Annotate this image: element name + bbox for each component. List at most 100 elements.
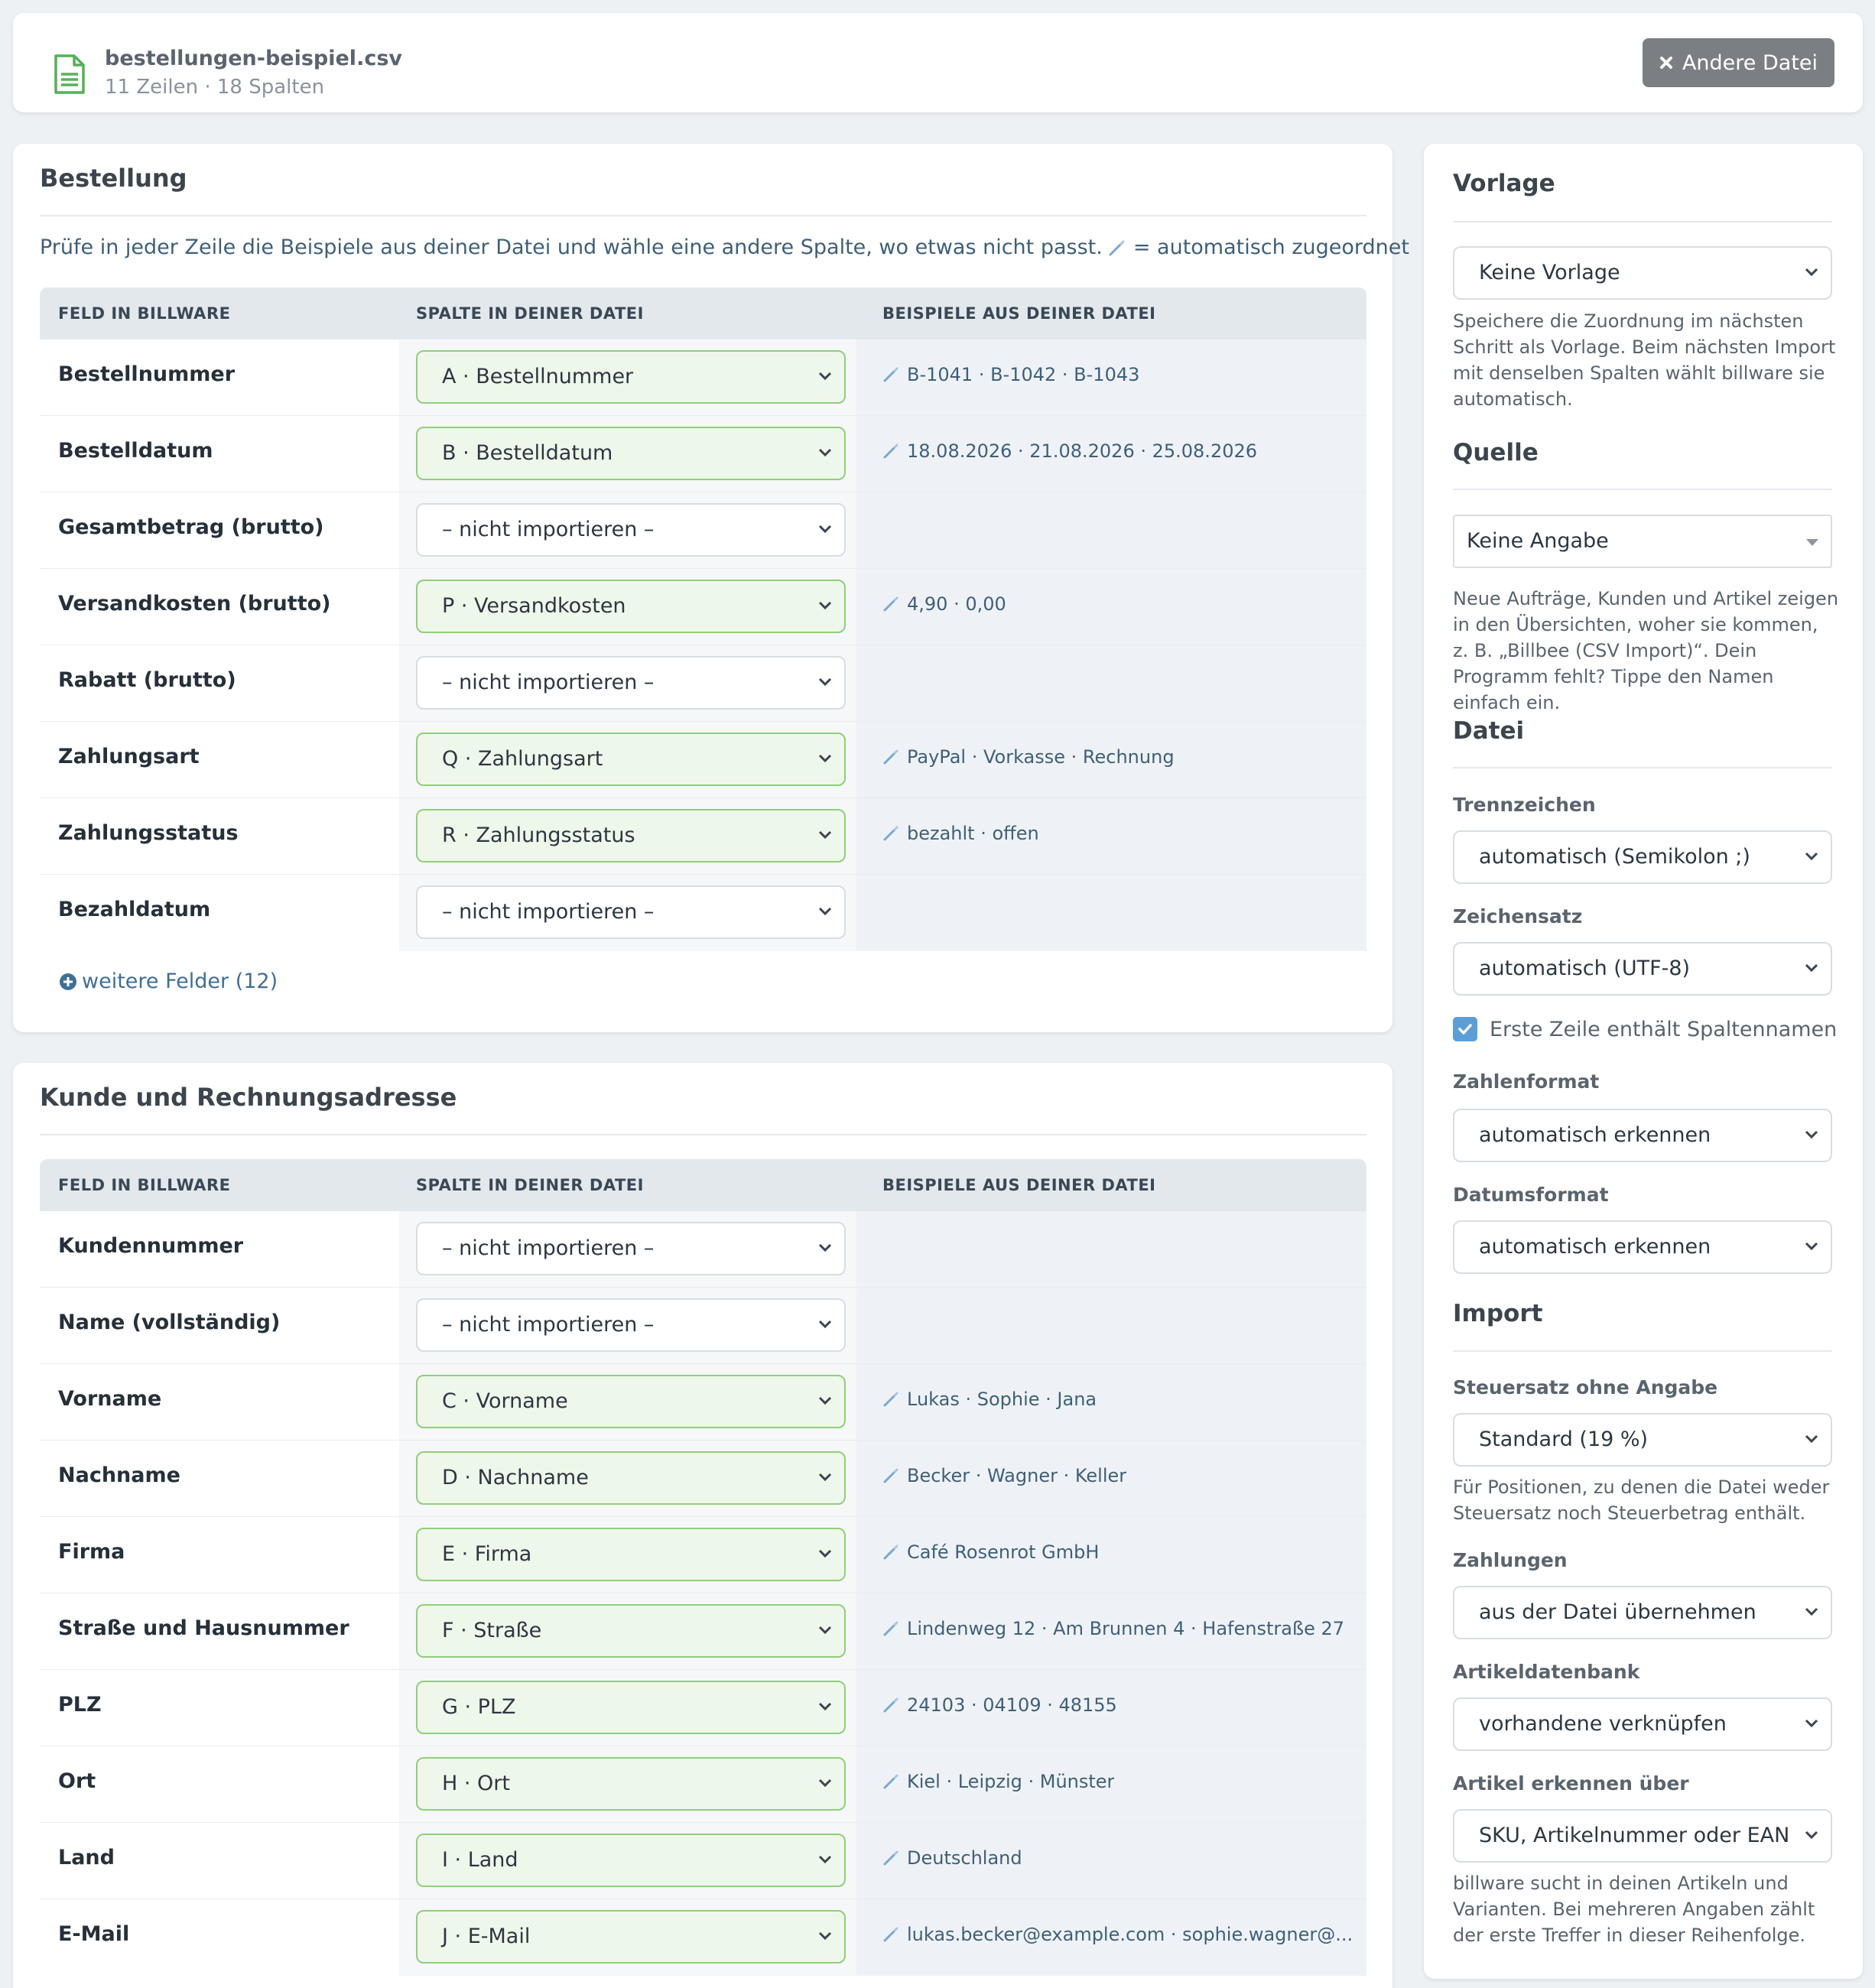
chevron-down-icon	[818, 448, 832, 457]
zahlungen-label: Zahlungen	[1453, 1549, 1568, 1571]
magic-wand-icon	[883, 1468, 899, 1483]
chevron-down-icon	[818, 677, 832, 687]
quelle-combobox[interactable]: Keine Angabe	[1453, 515, 1832, 568]
magic-wand-icon	[883, 1545, 899, 1560]
column-select-value: P · Versandkosten	[442, 594, 626, 618]
dropdown-triangle-icon	[1806, 539, 1818, 546]
field-label: Bestellnummer	[58, 362, 236, 386]
steuersatz-help: Für Positionen, zu denen die Datei weder…	[1453, 1476, 1830, 1524]
vorlage-value: Keine Vorlage	[1479, 261, 1620, 284]
section-title: Bestellung	[40, 164, 187, 193]
table-header: FELD IN BILLWARE SPALTE IN DEINER DATEI …	[40, 287, 1366, 339]
table-row: Bestellnummer A · Bestellnummer B-1041 · B…	[40, 339, 1366, 416]
trennzeichen-select[interactable]: automatisch (Semikolon ;)	[1453, 830, 1832, 884]
magic-wand-icon	[883, 1774, 899, 1789]
column-select[interactable]: H · Ort	[416, 1757, 846, 1811]
chevron-down-icon	[818, 1855, 832, 1864]
chevron-down-icon	[1805, 1434, 1818, 1444]
field-label: Name (vollständig)	[58, 1311, 281, 1334]
chevron-down-icon	[1805, 1130, 1818, 1139]
magic-wand-icon	[883, 367, 899, 382]
zahlenformat-select[interactable]: automatisch erkennen	[1453, 1109, 1832, 1162]
hint-legend: = automatisch zugeordnet	[1132, 236, 1409, 259]
sample-text: Lukas · Sophie · Jana	[907, 1389, 1097, 1410]
datumsformat-select[interactable]: automatisch erkennen	[1453, 1220, 1832, 1274]
column-select[interactable]: – nicht importieren –	[416, 1298, 846, 1352]
steuersatz-label: Steuersatz ohne Angabe	[1453, 1376, 1718, 1398]
column-select-value: – nicht importieren –	[442, 671, 655, 694]
column-select[interactable]: D · Nachname	[416, 1451, 846, 1505]
chevron-down-icon	[1805, 1242, 1818, 1251]
table-row: Firma E · Firma Café Rosenrot GmbH	[40, 1517, 1366, 1593]
table-row: Versandkosten (brutto) P · Versandkosten 4…	[40, 569, 1366, 645]
field-label: Straße und Hausnummer	[58, 1616, 349, 1640]
sample-values: bezahlt · offen	[882, 823, 1039, 844]
column-select[interactable]: G · PLZ	[416, 1681, 846, 1734]
column-select[interactable]: B · Bestelldatum	[416, 427, 846, 480]
sample-text: 4,90 · 0,00	[907, 593, 1006, 615]
first-row-header-checkbox[interactable]: Erste Zeile enthält Spaltennamen	[1453, 1017, 1837, 1041]
column-select[interactable]: Q · Zahlungsart	[416, 733, 846, 786]
column-select[interactable]: F · Straße	[416, 1604, 846, 1658]
artikel-erkennen-select[interactable]: SKU, Artikelnummer oder EAN	[1453, 1809, 1832, 1863]
artikel-erkennen-label: Artikel erkennen über	[1453, 1772, 1689, 1795]
sample-text: PayPal · Vorkasse · Rechnung	[907, 746, 1175, 768]
table-row: Nachname D · Nachname Becker · Wagner · Ke…	[40, 1441, 1366, 1517]
vorlage-select[interactable]: Keine Vorlage	[1453, 246, 1832, 300]
artikeldb-select[interactable]: vorhandene verknüpfen	[1453, 1697, 1832, 1751]
chevron-down-icon	[818, 907, 832, 916]
column-select-value: E · Firma	[442, 1542, 532, 1566]
column-select-value: D · Nachname	[442, 1466, 589, 1489]
field-label: Bezahldatum	[58, 898, 211, 921]
file-bar: bestellungen-beispiel.csv 11 Zeilen · 18…	[13, 13, 1863, 112]
other-file-button[interactable]: Andere Datei	[1643, 38, 1834, 87]
column-select-value: G · PLZ	[442, 1695, 516, 1719]
column-select[interactable]: – nicht importieren –	[416, 656, 846, 710]
table-body: Bestellnummer A · Bestellnummer B-1041 · B…	[40, 339, 1366, 951]
column-select-value: F · Straße	[442, 1619, 542, 1642]
column-select[interactable]: – nicht importieren –	[416, 503, 846, 557]
steuersatz-value: Standard (19 %)	[1479, 1428, 1649, 1451]
quelle-help: Neue Aufträge, Kunden und Artikel zeigen…	[1453, 588, 1839, 713]
sample-values: Café Rosenrot GmbH	[882, 1541, 1099, 1563]
column-select[interactable]: – nicht importieren –	[416, 885, 846, 939]
column-select[interactable]: – nicht importieren –	[416, 1222, 846, 1275]
chevron-down-icon	[818, 1778, 832, 1788]
divider	[1453, 767, 1832, 768]
chevron-down-icon	[1805, 852, 1818, 861]
column-select[interactable]: E · Firma	[416, 1528, 846, 1581]
header-samples: BEISPIELE AUS DEINER DATEI	[882, 304, 1156, 323]
first-row-label: Erste Zeile enthält Spaltennamen	[1490, 1017, 1838, 1041]
zahlungen-select[interactable]: aus der Datei übernehmen	[1453, 1586, 1832, 1639]
chevron-down-icon	[1805, 1719, 1818, 1728]
column-select[interactable]: R · Zahlungsstatus	[416, 809, 846, 862]
column-select[interactable]: J · E-Mail	[416, 1910, 846, 1964]
column-select[interactable]: C · Vorname	[416, 1375, 846, 1428]
datumsformat-label: Datumsformat	[1453, 1184, 1609, 1206]
chevron-down-icon	[818, 1473, 832, 1482]
column-select-value: I · Land	[442, 1848, 518, 1872]
column-select[interactable]: A · Bestellnummer	[416, 350, 846, 404]
field-label: Zahlungsstatus	[58, 821, 239, 845]
sample-text: B-1041 · B-1042 · B-1043	[907, 364, 1140, 385]
column-select[interactable]: P · Versandkosten	[416, 580, 846, 633]
steuersatz-select[interactable]: Standard (19 %)	[1453, 1413, 1832, 1467]
column-select-value: H · Ort	[442, 1772, 510, 1795]
sample-cell-bg	[856, 875, 1366, 951]
field-label: Gesamtbetrag (brutto)	[58, 515, 324, 539]
sample-values: Deutschland	[882, 1847, 1022, 1869]
column-select[interactable]: I · Land	[416, 1834, 846, 1887]
more-fields-link[interactable]: weitere Felder (12)	[59, 970, 278, 993]
sample-text: Kiel · Leipzig · Münster	[907, 1771, 1115, 1792]
field-label: Zahlungsart	[58, 745, 200, 768]
field-label: Land	[58, 1846, 115, 1869]
chevron-down-icon	[818, 830, 832, 840]
divider	[40, 215, 1366, 216]
table-row: Kundennummer – nicht importieren –	[40, 1211, 1366, 1288]
sample-values: Kiel · Leipzig · Münster	[882, 1771, 1114, 1792]
more-fields-label: weitere Felder (12)	[82, 970, 278, 993]
magic-wand-icon	[883, 1392, 899, 1407]
hint-text: Prüfe in jeder Zeile die Beispiele aus d…	[40, 236, 1103, 259]
zeichensatz-select[interactable]: automatisch (UTF-8)	[1453, 942, 1832, 996]
datei-title: Datei	[1453, 717, 1525, 745]
